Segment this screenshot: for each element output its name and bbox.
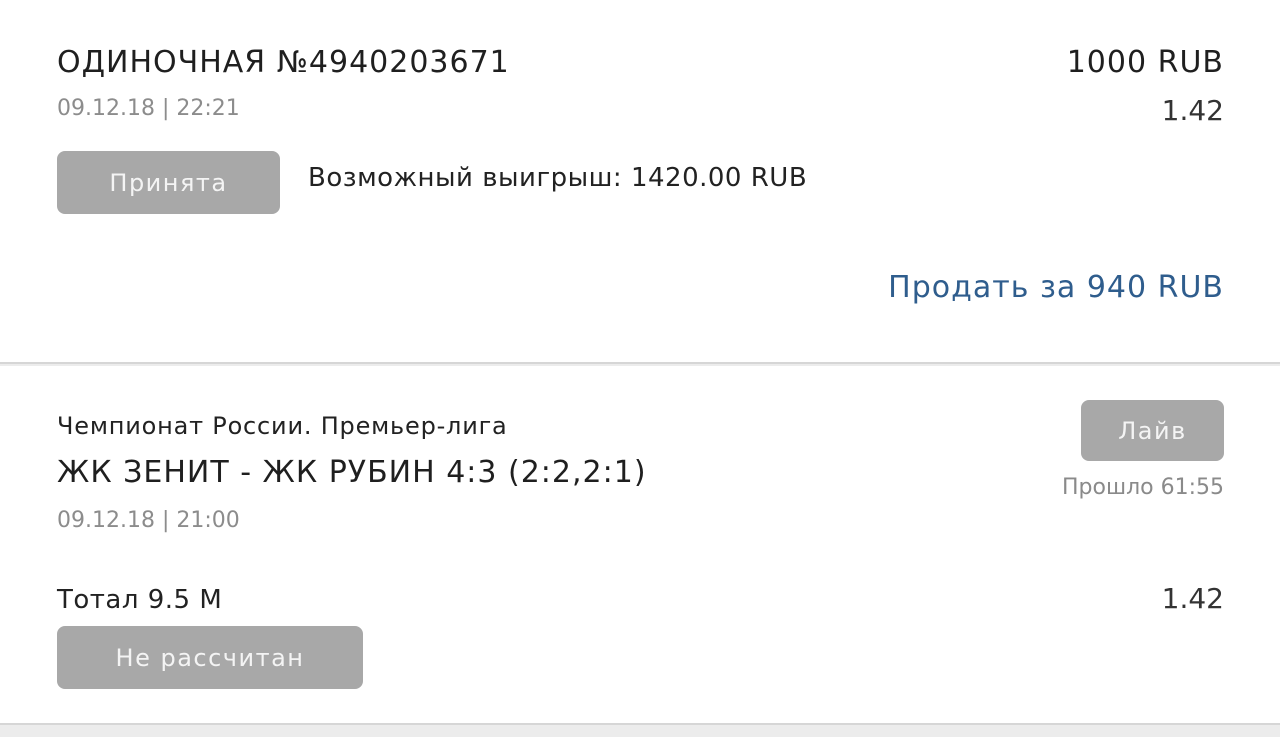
bet-title: ОДИНОЧНАЯ №4940203671 xyxy=(57,45,510,80)
status-badge: Принята xyxy=(57,151,280,214)
bet-datetime: 09.12.18 | 22:21 xyxy=(57,96,240,121)
settlement-status-badge: Не рассчитан xyxy=(57,626,363,689)
event-card: Чемпионат России. Премьер-лига ЖК ЗЕНИТ … xyxy=(0,366,1280,725)
sell-bet-link[interactable]: Продать за 940 RUB xyxy=(888,270,1224,305)
market-name: Тотал 9.5 М xyxy=(57,585,223,615)
market-coefficient: 1.42 xyxy=(1161,582,1224,615)
elapsed-time: Прошло 61:55 xyxy=(1061,475,1224,500)
live-badge: Лайв xyxy=(1081,400,1224,461)
bet-card: ОДИНОЧНАЯ №4940203671 1000 RUB 09.12.18 … xyxy=(0,0,1280,364)
league-name: Чемпионат России. Премьер-лига xyxy=(57,412,508,440)
match-teams-score: ЖК ЗЕНИТ - ЖК РУБИН 4:3 (2:2,2:1) xyxy=(57,455,647,490)
possible-win: Возможный выигрыш: 1420.00 RUB xyxy=(308,163,808,193)
bet-coefficient: 1.42 xyxy=(1161,94,1224,127)
match-datetime: 09.12.18 | 21:00 xyxy=(57,508,240,533)
bet-stake: 1000 RUB xyxy=(1066,45,1224,80)
